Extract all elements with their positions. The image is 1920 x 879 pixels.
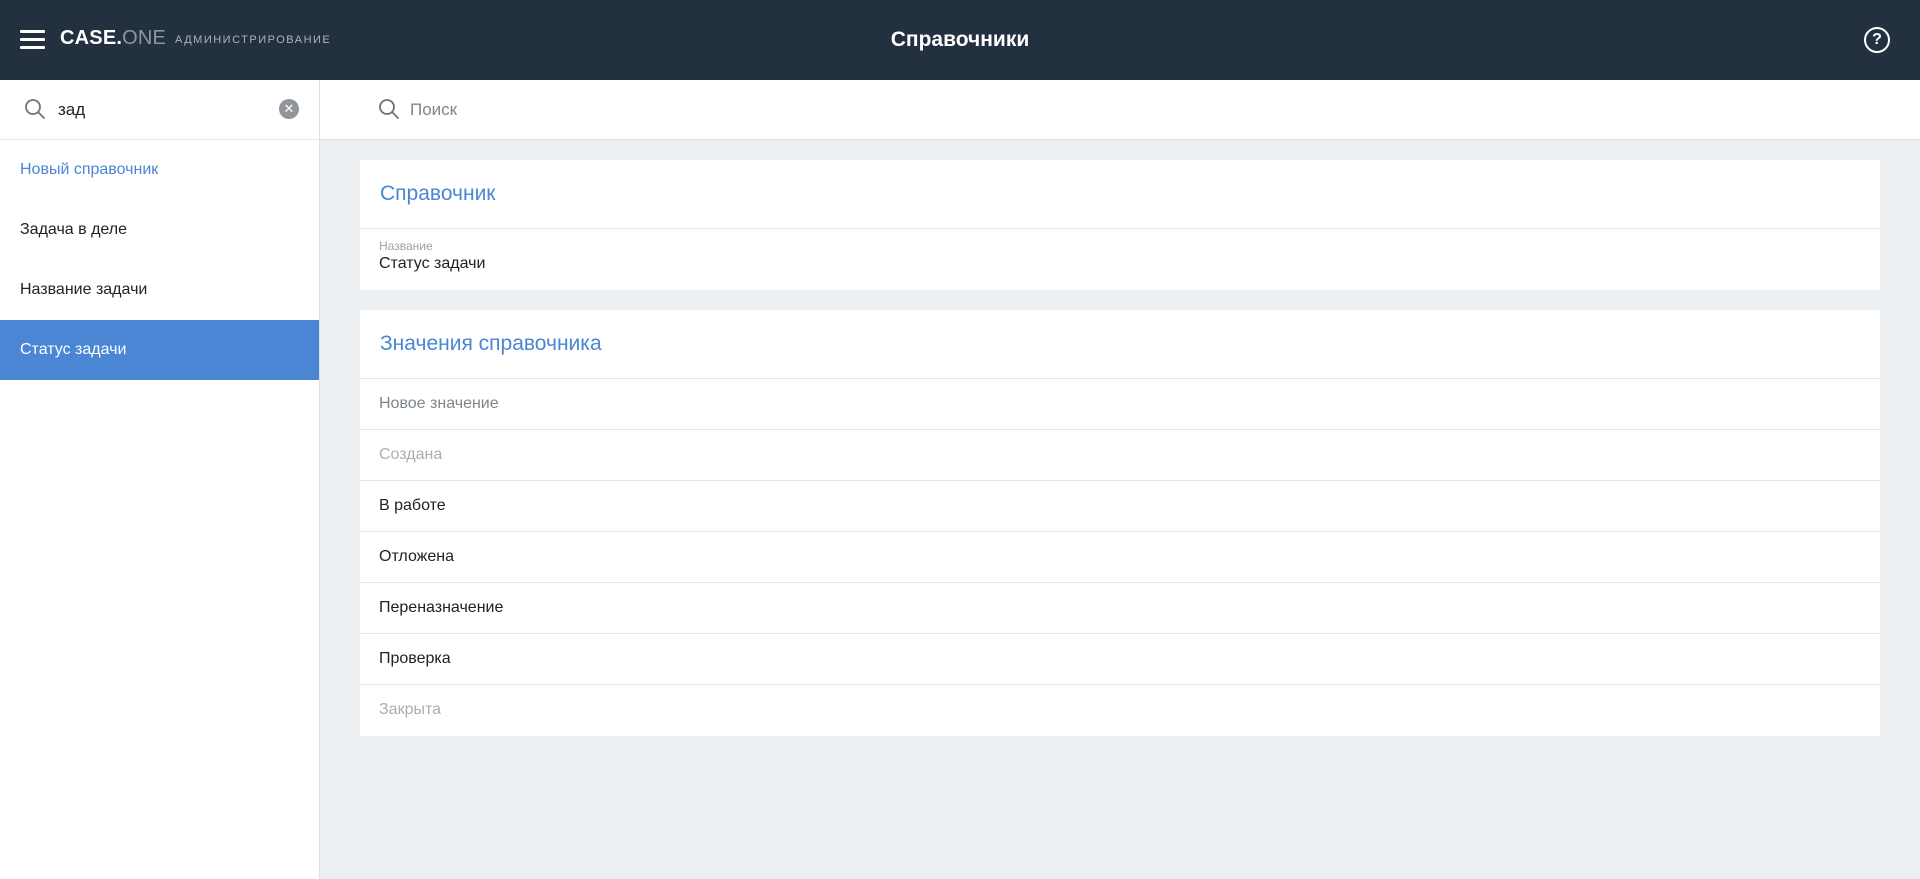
- clear-search-icon[interactable]: ✕: [279, 99, 299, 119]
- sidebar: ✕ Новый справочник Задача в деле Названи…: [0, 80, 320, 879]
- values-card: Значения справочника Новое значение Созд…: [360, 310, 1880, 736]
- top-bar: CASE.ONE АДМИНИСТРИРОВАНИЕ Справочники ?: [0, 0, 1920, 80]
- main-search-input[interactable]: [410, 98, 1010, 122]
- directory-card: Справочник Название Статус задачи: [360, 160, 1880, 290]
- value-row[interactable]: Создана: [360, 430, 1880, 481]
- new-directory-link[interactable]: Новый справочник: [0, 140, 319, 200]
- name-field-label: Название: [379, 239, 433, 253]
- name-field[interactable]: Название Статус задачи: [360, 229, 1880, 283]
- main-search-bar: [320, 80, 1920, 140]
- sidebar-item[interactable]: Название задачи: [0, 260, 319, 320]
- value-row[interactable]: Переназначение: [360, 583, 1880, 634]
- help-icon[interactable]: ?: [1864, 27, 1890, 53]
- values-card-title: Значения справочника: [360, 310, 1880, 379]
- sidebar-item-selected[interactable]: Статус задачи: [0, 320, 319, 380]
- value-row[interactable]: Закрыта: [360, 685, 1880, 736]
- value-row[interactable]: Отложена: [360, 532, 1880, 583]
- value-row[interactable]: Проверка: [360, 634, 1880, 685]
- search-icon: [24, 98, 46, 125]
- sidebar-search: ✕: [0, 80, 319, 140]
- sidebar-search-input[interactable]: [58, 98, 268, 122]
- name-field-value: Статус задачи: [379, 255, 486, 272]
- new-value-input[interactable]: Новое значение: [360, 379, 1880, 430]
- directory-card-title: Справочник: [360, 160, 1880, 229]
- value-row[interactable]: В работе: [360, 481, 1880, 532]
- page-title: Справочники: [890, 28, 1030, 51]
- search-icon: [378, 98, 400, 125]
- sidebar-item[interactable]: Задача в деле: [0, 200, 319, 260]
